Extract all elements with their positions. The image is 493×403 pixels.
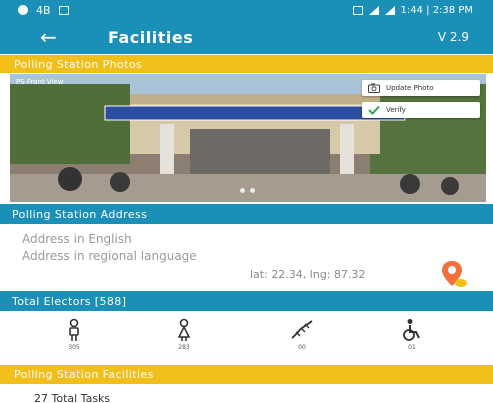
checkmark-icon xyxy=(368,105,380,115)
page-title: Facilities xyxy=(108,27,194,47)
section-address-header: Polling Station Address xyxy=(0,204,493,224)
elector-third-gender: 00 xyxy=(282,318,322,351)
male-voter-icon xyxy=(69,318,79,341)
address-english-field[interactable]: Address in English xyxy=(22,232,132,246)
disabled-voter-icon xyxy=(403,319,420,341)
section-facilities-header: Polling Station Facilities xyxy=(0,365,493,384)
update-photo-label: Update Photo xyxy=(386,84,434,92)
elector-count: 00 xyxy=(298,344,306,351)
total-tasks-label: 27 Total Tasks xyxy=(34,392,111,403)
third-gender-icon xyxy=(291,320,313,339)
update-photo-button[interactable]: Update Photo xyxy=(362,80,480,96)
address-regional-field[interactable]: Address in regional language xyxy=(22,249,197,263)
app-bar: ← Facilities V 2.9 xyxy=(0,20,493,54)
back-arrow-icon[interactable]: ← xyxy=(0,27,60,47)
notification-icon xyxy=(18,5,28,15)
polling-station-photo[interactable]: PS Front View Update Photo Verify xyxy=(10,74,486,202)
signal-icon xyxy=(368,5,379,15)
gallery-icon xyxy=(58,5,69,15)
location-pin-icon[interactable] xyxy=(441,259,469,289)
elector-count: 283 xyxy=(178,344,190,351)
elector-disabled: 01 xyxy=(392,318,432,351)
pager-dot xyxy=(250,188,255,193)
verify-button[interactable]: Verify xyxy=(362,102,480,118)
section-electors-header: Total Electors [588] xyxy=(0,291,493,311)
elector-count: 305 xyxy=(68,344,80,351)
status-time: 1:44 | 2:38 PM xyxy=(400,4,473,16)
elector-female: 283 xyxy=(164,318,204,351)
verify-label: Verify xyxy=(386,106,406,114)
elector-male: 305 xyxy=(54,318,94,351)
elector-count: 01 xyxy=(408,344,416,351)
signal-icon-2 xyxy=(384,5,395,15)
app-version: V 2.9 xyxy=(437,30,469,44)
status-left-item: 4B xyxy=(36,3,51,17)
pager-dot xyxy=(240,188,245,193)
battery-saver-icon xyxy=(352,5,363,15)
photo-pager xyxy=(240,188,255,193)
camera-icon xyxy=(368,83,380,93)
female-voter-icon xyxy=(177,318,191,341)
lat-lng-readout: lat: 22.34, lng: 87.32 xyxy=(250,268,366,281)
photo-label: PS Front View xyxy=(16,78,64,86)
status-bar: 4B 1:44 | 2:38 PM xyxy=(0,0,493,20)
section-photos-header: Polling Station Photos xyxy=(0,55,493,73)
